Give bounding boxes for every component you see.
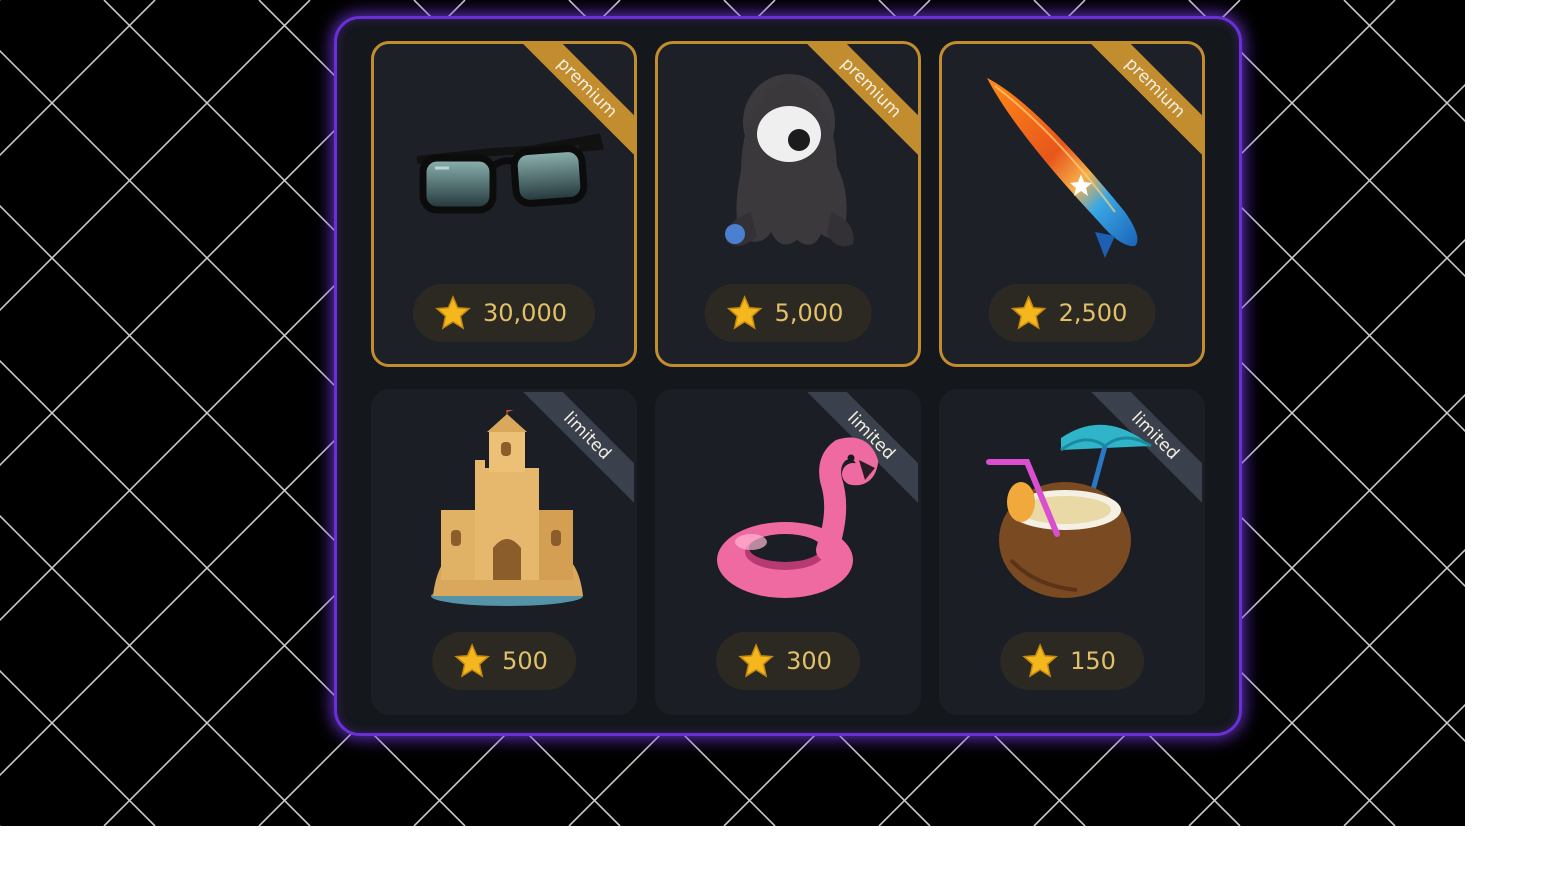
star-icon bbox=[726, 295, 763, 330]
coconut-drink-icon bbox=[965, 410, 1185, 610]
item-card-surfboard[interactable]: premium 2,500 bbox=[939, 41, 1205, 367]
item-card-hooded-plush[interactable]: premium 5,000 bbox=[655, 41, 921, 367]
flamingo-float-icon bbox=[681, 410, 901, 610]
price-tag[interactable]: 30,000 bbox=[413, 284, 595, 342]
item-card-coconut-drink[interactable]: limited 150 bbox=[939, 389, 1205, 715]
price-value: 500 bbox=[502, 647, 548, 675]
shop-panel: premium 30,000 premium 5,000 premium 2,5… bbox=[334, 16, 1242, 736]
price-value: 5,000 bbox=[774, 299, 844, 327]
price-value: 150 bbox=[1070, 647, 1116, 675]
price-value: 2,500 bbox=[1058, 299, 1128, 327]
hooded-plush-icon bbox=[681, 62, 901, 262]
item-card-sandcastle[interactable]: limited 500 bbox=[371, 389, 637, 715]
lattice-line bbox=[0, 0, 311, 312]
item-card-flamingo-float[interactable]: limited 300 bbox=[655, 389, 921, 715]
lattice-line bbox=[0, 0, 156, 157]
star-icon bbox=[454, 643, 490, 678]
price-value: 30,000 bbox=[483, 299, 567, 327]
price-tag[interactable]: 500 bbox=[432, 632, 576, 690]
price-tag[interactable]: 300 bbox=[716, 632, 860, 690]
price-value: 300 bbox=[786, 647, 832, 675]
item-card-sunglasses[interactable]: premium 30,000 bbox=[371, 41, 637, 367]
star-icon bbox=[738, 643, 774, 678]
price-tag[interactable]: 150 bbox=[1000, 632, 1144, 690]
price-tag[interactable]: 2,500 bbox=[988, 284, 1156, 342]
sunglasses-icon bbox=[397, 62, 617, 262]
sandcastle-icon bbox=[397, 400, 617, 610]
star-icon bbox=[435, 295, 471, 330]
price-tag[interactable]: 5,000 bbox=[704, 284, 872, 342]
star-icon bbox=[1010, 295, 1047, 330]
surfboard-icon bbox=[965, 62, 1185, 262]
lattice-line bbox=[0, 669, 156, 826]
star-icon bbox=[1022, 643, 1058, 678]
lattice-line bbox=[0, 514, 311, 826]
